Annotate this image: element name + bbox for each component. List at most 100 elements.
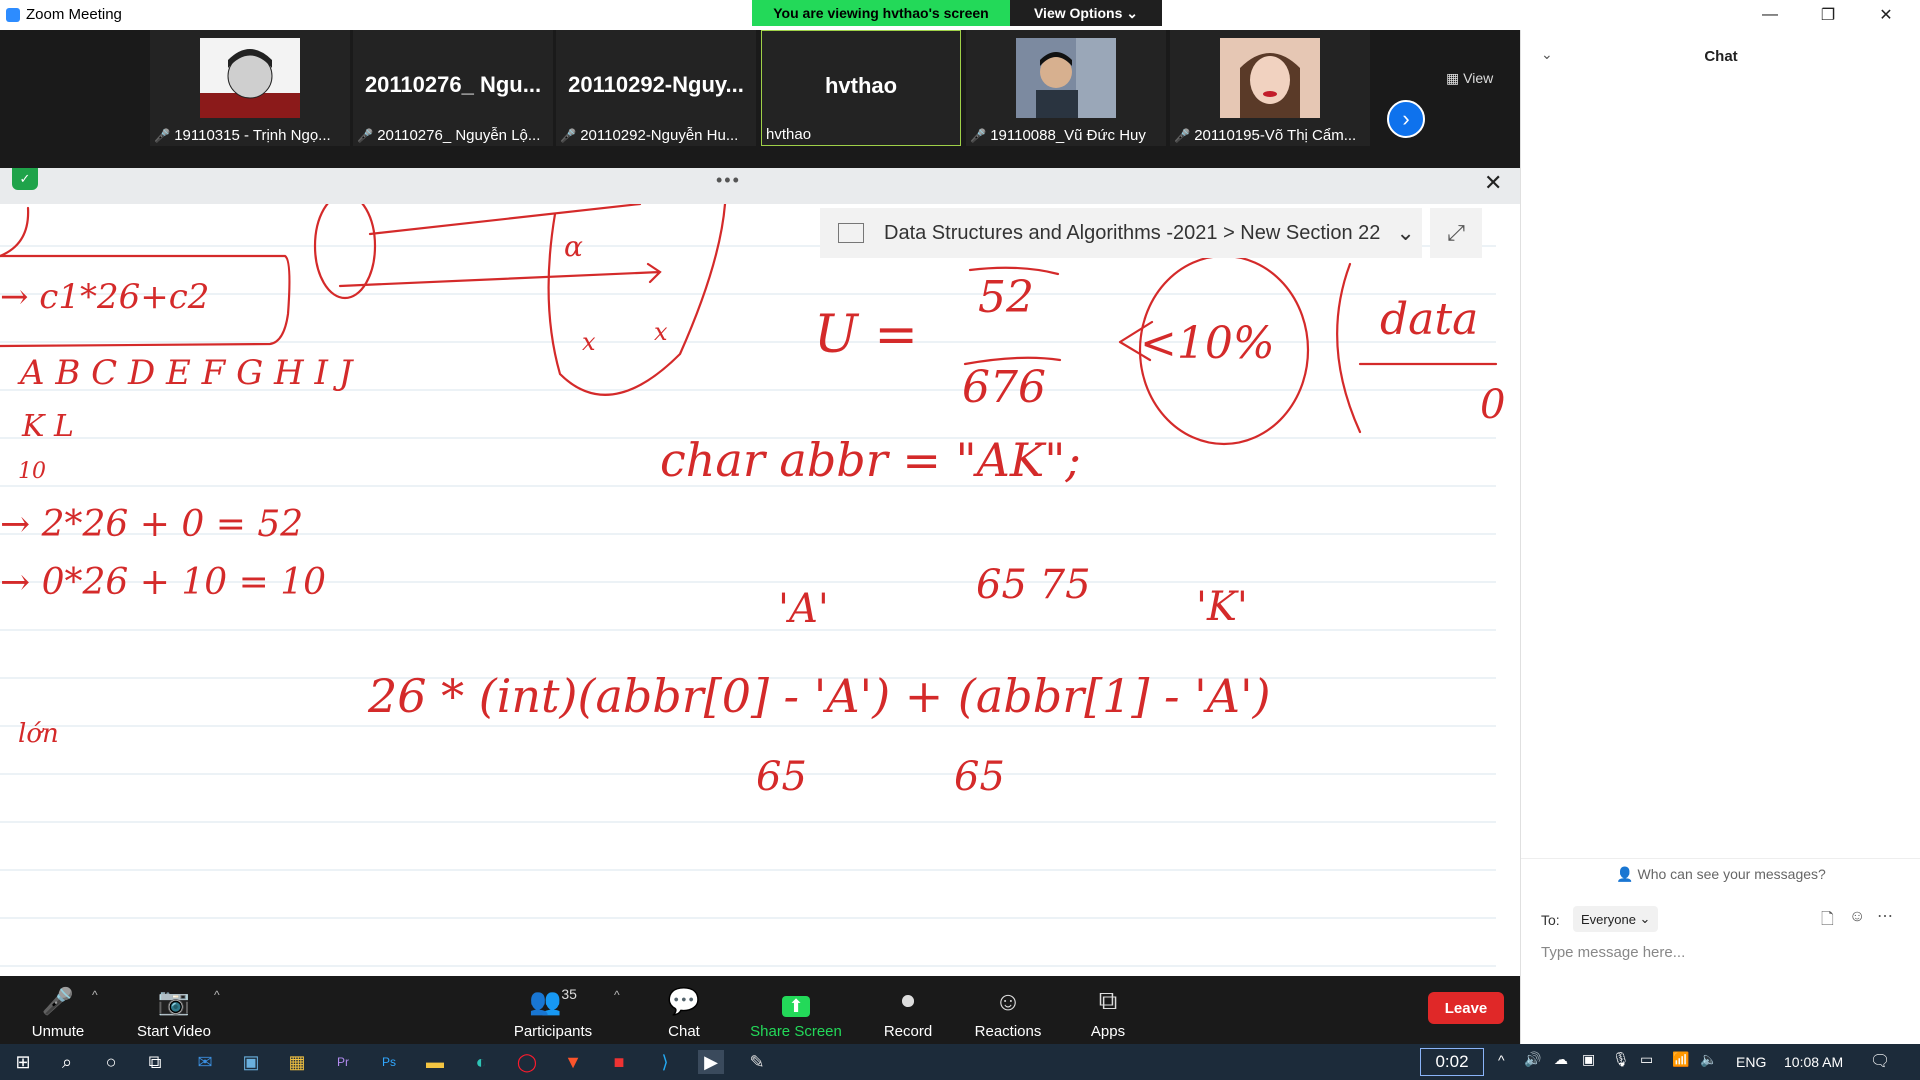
microphone-icon[interactable]: 🎙	[1612, 1051, 1630, 1068]
chat-message-input[interactable]: Type message here...	[1541, 944, 1901, 968]
recipient-value: Everyone	[1581, 911, 1636, 927]
reactions-button[interactable]: ☺ Reactions	[968, 976, 1048, 1044]
participant-tile[interactable]: 20110292-Nguy... 🎤 20110292-Nguyễn Hu...	[556, 30, 756, 146]
more-icon[interactable]: ⋯	[1877, 906, 1893, 926]
participant-name: 20110292-Nguyễn Hu...	[580, 127, 739, 144]
participant-display-name: hvthao	[824, 73, 898, 98]
apps-button[interactable]: ⧉ Apps	[1078, 976, 1138, 1044]
windows-start-icon[interactable]: ⊞	[10, 1050, 36, 1074]
view-options-button[interactable]: View Options ⌄	[1010, 0, 1162, 26]
minimize-button[interactable]: —	[1742, 0, 1798, 30]
red-app-icon[interactable]: ■	[606, 1050, 632, 1074]
meet-now-icon[interactable]: ▣	[1582, 1051, 1595, 1068]
close-window-button[interactable]: ✕	[1858, 0, 1914, 30]
tray-chevron-icon[interactable]: ^	[1498, 1052, 1505, 1068]
unmute-button[interactable]: 🎤 Unmute	[24, 976, 92, 1044]
ink-line: A B C D E F G H I J	[17, 353, 355, 393]
onedrive-icon[interactable]: ☁	[1554, 1051, 1568, 1068]
ink-line: 'K'	[1196, 584, 1248, 630]
emoji-icon[interactable]: ☺	[1849, 908, 1865, 926]
language-indicator[interactable]: ENG	[1736, 1054, 1766, 1070]
window-title: Zoom Meeting	[26, 6, 122, 23]
restore-button[interactable]: ❐	[1800, 0, 1856, 30]
video-options-caret-icon[interactable]: ^	[214, 988, 220, 1002]
view-layout-button[interactable]: ▦ View	[1446, 70, 1493, 87]
ink-line: 65 75	[976, 562, 1091, 608]
ink-line: 0	[1480, 382, 1505, 428]
apps-label: Apps	[1090, 1023, 1126, 1040]
participants-button[interactable]: 👥35 Participants	[506, 976, 600, 1044]
who-can-see-link[interactable]: 👤 Who can see your messages?	[1521, 866, 1920, 883]
chat-button[interactable]: 💬 Chat	[654, 976, 714, 1044]
task-view-icon[interactable]: ⧉	[142, 1050, 168, 1074]
notifications-icon[interactable]: 🗨	[1870, 1051, 1890, 1071]
opera-icon[interactable]: ◯	[514, 1050, 540, 1074]
wifi-icon[interactable]: 📶	[1672, 1051, 1689, 1068]
start-video-button[interactable]: 📷 Start Video	[130, 976, 218, 1044]
mail-icon[interactable]: ✉	[192, 1050, 218, 1074]
divider	[1521, 858, 1920, 859]
shared-whiteboard: → c1*26+c2 A B C D E F G H I J K L 10 → …	[0, 204, 1520, 976]
ink-line: U =	[814, 305, 918, 365]
participants-icon: 👥35	[529, 986, 577, 1016]
recipient-select[interactable]: Everyone ⌄	[1573, 906, 1659, 932]
chevron-right-icon: ›	[1402, 106, 1410, 131]
chevron-down-icon[interactable]: ⌄	[1396, 220, 1414, 246]
next-page-button[interactable]: ›	[1387, 100, 1425, 138]
leave-button[interactable]: Leave	[1428, 992, 1504, 1024]
file-explorer-icon[interactable]: ▬	[422, 1050, 448, 1074]
meeting-toolbar: 🎤 Unmute ^ 📷 Start Video ^ 👥35 Participants…	[0, 976, 1520, 1044]
participant-tile[interactable]: 🎤 19110088_Vũ Đức Huy	[966, 30, 1166, 146]
muted-mic-icon: 🎤	[1174, 128, 1191, 143]
breadcrumb-text: Data Structures and Algorithms -2021 > N…	[884, 221, 1381, 244]
apps-icon: ⧉	[1098, 985, 1118, 1015]
edge-icon[interactable]: ◐	[468, 1050, 494, 1074]
speaker-icon[interactable]: 🔈	[1700, 1051, 1717, 1068]
drag-handle-icon[interactable]: •••	[716, 170, 741, 191]
shield-check-icon: ✓	[12, 168, 38, 190]
view-options-label: View Options	[1033, 5, 1123, 21]
store-icon[interactable]: ▦	[284, 1050, 310, 1074]
share-screen-button[interactable]: ⬆ Share Screen	[746, 976, 846, 1044]
chat-bubble-icon: 💬	[667, 986, 701, 1016]
participant-name: 20110195-Võ Thị Cẩm...	[1194, 127, 1357, 144]
participant-tile-active[interactable]: hvthao hvthao	[761, 30, 961, 146]
photos-icon[interactable]: ▣	[238, 1050, 264, 1074]
reaction-smiley-icon: ☺	[994, 986, 1022, 1016]
onenote-breadcrumb[interactable]: Data Structures and Algorithms -2021 > N…	[820, 208, 1422, 258]
participant-tile[interactable]: 🎤 19110315 - Trịnh Ngọ...	[150, 30, 350, 146]
photoshop-icon[interactable]: Ps	[376, 1050, 402, 1074]
volume-icon[interactable]: 🔊	[1524, 1051, 1541, 1068]
share-arrow-icon: ⬆	[782, 996, 810, 1017]
participant-strip: 🎤 19110315 - Trịnh Ngọ... 20110276_ Ngu..…	[0, 30, 1520, 168]
muted-mic-icon: 🎤	[560, 128, 577, 143]
avatar	[200, 38, 300, 118]
record-button[interactable]: ⏺ Record	[876, 976, 940, 1044]
participant-tile[interactable]: 20110276_ Ngu... 🎤 20110276_ Nguyễn Lộ...	[353, 30, 553, 146]
ink-line: 10	[18, 459, 46, 484]
chat-title: Chat	[1704, 48, 1738, 65]
expand-icon[interactable]: ⤢	[1430, 208, 1482, 258]
participants-caret-icon[interactable]: ^	[614, 988, 620, 1002]
file-icon[interactable]: 🗋	[1821, 908, 1834, 935]
zoom-taskbar-icon[interactable]: ▶	[698, 1050, 724, 1074]
battery-icon[interactable]: ▭	[1640, 1051, 1653, 1068]
chevron-down-icon: ⌄	[1635, 911, 1651, 926]
ink-line: x	[654, 318, 668, 346]
clock[interactable]: 10:08 AM	[1784, 1054, 1843, 1070]
participant-count: 35	[561, 986, 577, 1002]
record-icon: ⏺	[901, 985, 915, 1015]
paint-icon[interactable]: ✎	[744, 1050, 770, 1074]
audio-options-caret-icon[interactable]: ^	[92, 988, 98, 1002]
grid-icon: ▦	[1446, 70, 1464, 86]
cortana-icon[interactable]: ○	[98, 1050, 124, 1074]
ink-line: 52	[978, 272, 1034, 323]
close-icon[interactable]: ✕	[1484, 170, 1502, 196]
participant-display-name: 20110292-Nguy...	[568, 72, 744, 97]
brave-icon[interactable]: ▼	[560, 1050, 586, 1074]
vscode-icon[interactable]: ⟩	[652, 1050, 678, 1074]
participant-tile[interactable]: 🎤 20110195-Võ Thị Cẩm...	[1170, 30, 1370, 146]
premiere-icon[interactable]: Pr	[330, 1050, 356, 1074]
search-icon[interactable]: ⌕	[54, 1050, 80, 1074]
muted-mic-icon: 🎤	[357, 128, 374, 143]
